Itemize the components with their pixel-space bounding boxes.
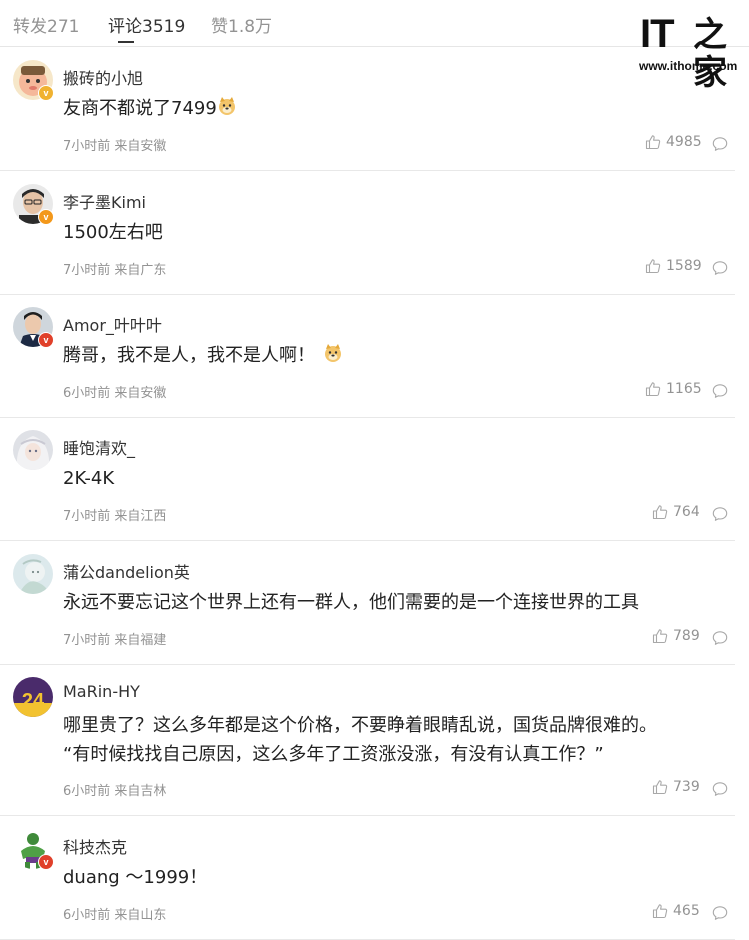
like-count: 4985	[666, 134, 702, 150]
comment-item: v 科技杰克 duang ～1999！ 6小时前 来自山东 465	[0, 816, 735, 940]
like-button[interactable]: 4985	[645, 134, 702, 150]
tab-reposts[interactable]: 转发271	[13, 12, 79, 37]
doge-emoji-icon	[217, 96, 237, 126]
comment-meta: 6小时前 来自安徽	[63, 386, 167, 401]
comment-text: 腾哥，我不是人，我不是人啊！	[63, 341, 343, 373]
like-count: 789	[673, 628, 700, 644]
tab-comments[interactable]: 评论3519	[108, 12, 185, 37]
avatar[interactable]	[13, 554, 53, 594]
reply-icon[interactable]	[712, 630, 728, 646]
comment-meta: 7小时前 来自安徽	[63, 139, 167, 154]
comment-author[interactable]: 李子墨Kimi	[63, 189, 146, 213]
like-button[interactable]: 789	[652, 628, 700, 644]
comment-meta: 7小时前 来自福建	[63, 633, 167, 648]
comment-item: 睡饱清欢_ 2K-4K 7小时前 来自江西 764	[0, 417, 735, 541]
reply-icon[interactable]	[712, 781, 728, 797]
comment-text: duang ～1999！	[63, 867, 208, 888]
comment-author[interactable]: 科技杰克	[63, 834, 127, 858]
comment-text: 2K-4K	[63, 468, 115, 489]
tab-likes[interactable]: 赞1.8万	[211, 12, 272, 37]
comment-item: 蒲公dandelion英 永远不要忘记这个世界上还有一群人，他们需要的是一个连接…	[0, 541, 735, 665]
like-button[interactable]: 465	[652, 903, 700, 919]
comment-author[interactable]: MaRin-HY	[63, 682, 140, 701]
reply-icon[interactable]	[712, 136, 728, 152]
like-button[interactable]: 739	[652, 779, 700, 795]
like-count: 1589	[666, 258, 702, 274]
comment-text-line2: “有时候找找自己原因，这么多年了工资涨没涨，有没有认真工作？”	[63, 744, 604, 765]
verified-badge-icon: v	[38, 85, 54, 101]
comment-meta: 6小时前 来自山东	[63, 908, 167, 923]
like-count: 465	[673, 903, 700, 919]
thumbs-up-icon	[652, 904, 668, 919]
avatar[interactable]	[13, 430, 53, 470]
reply-icon[interactable]	[712, 383, 728, 399]
avatar[interactable]: v	[13, 829, 54, 870]
avatar[interactable]: 24	[13, 677, 53, 717]
comment-text: 1500左右吧	[63, 222, 163, 243]
comment-meta: 7小时前 来自广东	[63, 263, 167, 278]
comment-item: v 搬砖的小旭 友商不都说了7499 7小时前 来自安徽 4985	[0, 47, 735, 171]
like-count: 764	[673, 504, 700, 520]
doge-emoji-icon	[323, 343, 343, 373]
like-count: 1165	[666, 381, 702, 397]
verified-badge-icon: v	[38, 854, 54, 870]
comment-text: 哪里贵了？这么多年都是这个价格，不要睁着眼睛乱说，国货品牌很难的。	[63, 715, 657, 736]
comment-author[interactable]: 搬砖的小旭	[63, 65, 143, 89]
comment-meta: 7小时前 来自江西	[63, 509, 167, 524]
comment-author[interactable]: 睡饱清欢_	[63, 435, 135, 459]
reply-icon[interactable]	[712, 506, 728, 522]
like-count: 739	[673, 779, 700, 795]
thumbs-up-icon	[652, 780, 668, 795]
thumbs-up-icon	[645, 382, 661, 397]
avatar-image	[13, 554, 53, 594]
thumbs-up-icon	[652, 505, 668, 520]
comment-author[interactable]: 蒲公dandelion英	[63, 559, 190, 583]
comment-author[interactable]: Amor_叶叶叶	[63, 312, 162, 336]
comment-text: 友商不都说了7499	[63, 94, 237, 126]
comment-item: v 李子墨Kimi 1500左右吧 7小时前 来自广东 1589	[0, 171, 735, 295]
like-button[interactable]: 1589	[645, 258, 702, 274]
avatar[interactable]: v	[13, 184, 54, 225]
reply-icon[interactable]	[712, 905, 728, 921]
comment-item: v Amor_叶叶叶 腾哥，我不是人，我不是人啊！ 6小时前 来自安徽 1165	[0, 294, 735, 418]
thumbs-up-icon	[645, 135, 661, 150]
avatar[interactable]: v	[13, 307, 54, 348]
svg-text:24: 24	[22, 690, 45, 712]
avatar[interactable]: v	[13, 60, 54, 101]
thumbs-up-icon	[645, 259, 661, 274]
reply-icon[interactable]	[712, 260, 728, 276]
comment-meta: 6小时前 来自吉林	[63, 784, 167, 799]
thumbs-up-icon	[652, 629, 668, 644]
active-tab-indicator	[118, 41, 134, 43]
comment-text: 永远不要忘记这个世界上还有一群人，他们需要的是一个连接世界的工具	[63, 592, 639, 613]
like-button[interactable]: 1165	[645, 381, 702, 397]
verified-badge-icon: v	[38, 332, 54, 348]
comment-item: 24 MaRin-HY 哪里贵了？这么多年都是这个价格，不要睁着眼睛乱说，国货品…	[0, 664, 735, 816]
avatar-image	[13, 430, 53, 470]
like-button[interactable]: 764	[652, 504, 700, 520]
avatar-image: 24	[13, 677, 53, 717]
verified-badge-icon: v	[38, 209, 54, 225]
